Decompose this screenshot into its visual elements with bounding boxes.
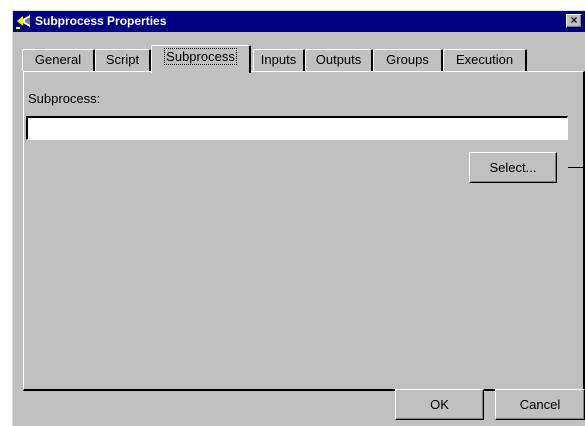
cancel-button[interactable]: Cancel — [495, 389, 585, 420]
select-button-label: Select... — [489, 160, 537, 175]
tab-subprocess[interactable]: Subprocess — [151, 45, 251, 73]
workflow-arrow-icon — [16, 14, 32, 29]
subprocess-label: Subprocess: — [28, 91, 101, 106]
connector-line — [568, 167, 585, 168]
tab-label: Inputs — [260, 52, 297, 67]
title-bar[interactable]: Subprocess Properties × — [13, 11, 585, 32]
tab-label: Subprocess — [164, 48, 237, 65]
ok-button-label: OK — [430, 397, 449, 412]
subprocess-input[interactable] — [26, 116, 568, 140]
tab-label: Script — [105, 52, 140, 67]
close-button[interactable]: × — [566, 14, 582, 28]
tab-script[interactable]: Script — [95, 49, 151, 71]
tab-inputs[interactable]: Inputs — [253, 49, 305, 71]
subprocess-properties-dialog: Subprocess Properties × General Script S… — [12, 10, 585, 426]
screen: Subprocess Properties × General Script S… — [0, 0, 585, 426]
window-title: Subprocess Properties — [35, 14, 167, 28]
tab-outputs[interactable]: Outputs — [305, 49, 373, 71]
tab-label: Outputs — [315, 52, 362, 67]
cancel-button-label: Cancel — [519, 397, 561, 412]
tab-label: General — [34, 52, 82, 67]
ok-button[interactable]: OK — [395, 389, 484, 420]
tab-groups[interactable]: Groups — [373, 49, 443, 71]
tab-execution[interactable]: Execution — [443, 49, 527, 71]
tab-label: Groups — [386, 52, 429, 67]
tab-general[interactable]: General — [22, 49, 95, 71]
tab-label: Execution — [455, 52, 514, 67]
close-icon: × — [570, 13, 578, 27]
select-button[interactable]: Select... — [469, 152, 557, 183]
